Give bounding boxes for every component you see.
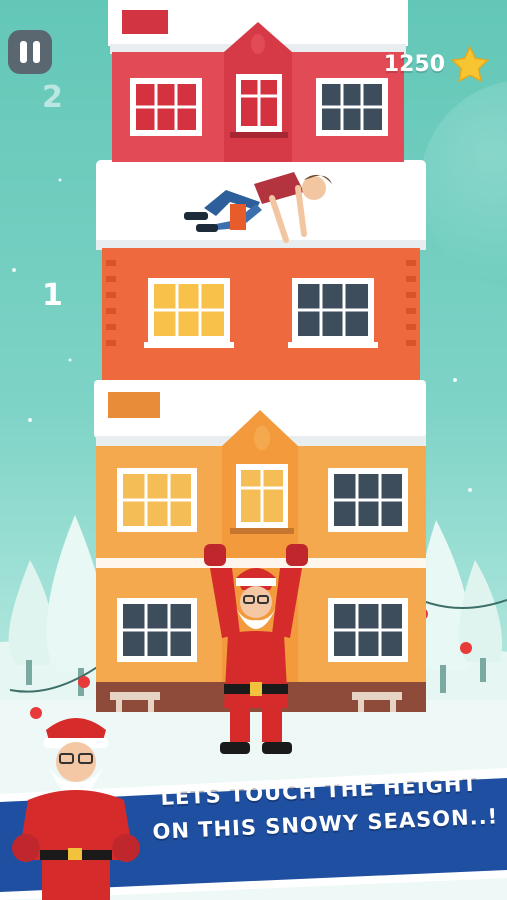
floor-number-1: 1 (42, 278, 63, 313)
window-dark (117, 598, 197, 662)
game-scene: LETS TOUCH THE HEIGHT ON THIS SNOWY SEAS… (0, 0, 507, 900)
floor-red-house (108, 0, 408, 162)
window-lit (117, 468, 197, 532)
window-lit (144, 278, 234, 348)
santa-mascot (12, 718, 140, 900)
score-value: 1250 (383, 52, 445, 77)
window-lit (230, 464, 294, 534)
window-dark (328, 468, 408, 532)
window-dark (328, 598, 408, 662)
falling-man-character (184, 172, 332, 243)
floor-number-2: 2 (42, 80, 63, 115)
pause-icon (20, 41, 27, 63)
pause-button[interactable] (8, 30, 52, 74)
window-dark (288, 278, 378, 348)
santa-character (204, 544, 308, 754)
window-red (130, 78, 202, 136)
window-red (230, 74, 288, 138)
window-dark (316, 78, 388, 136)
star-icon (450, 45, 490, 83)
